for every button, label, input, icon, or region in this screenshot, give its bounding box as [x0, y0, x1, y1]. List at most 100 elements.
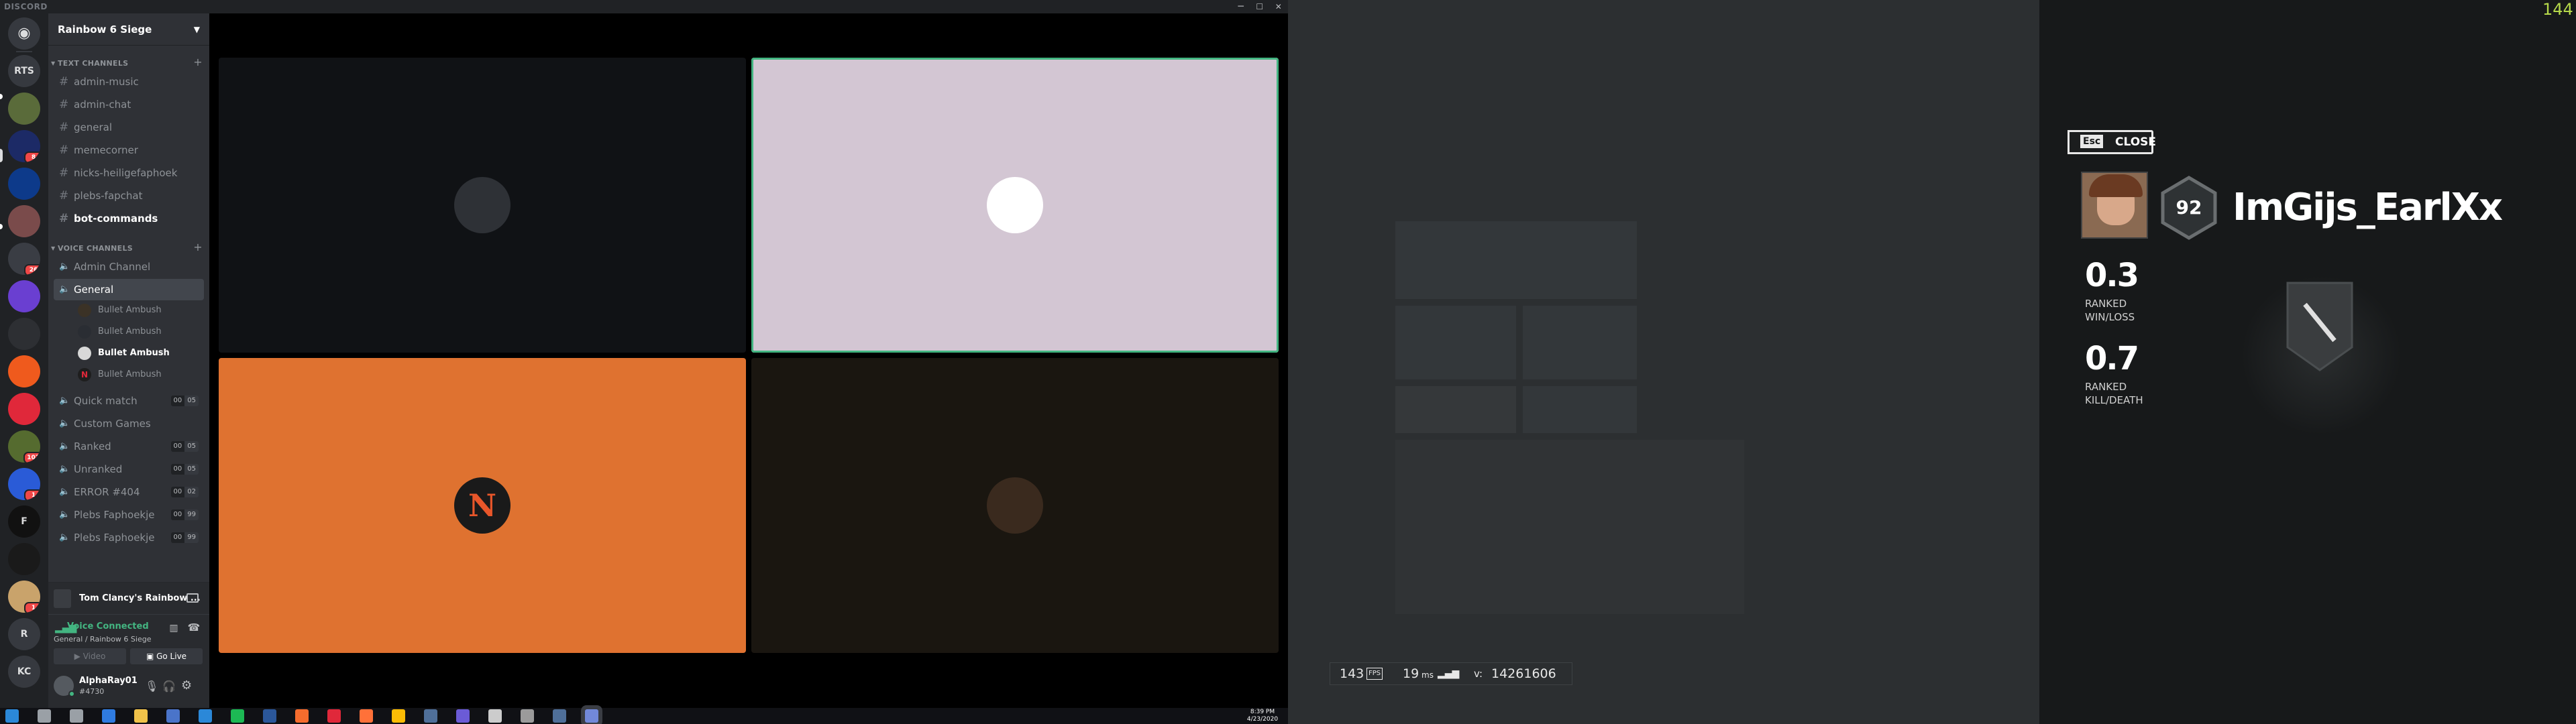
voice-member[interactable]: Bullet Ambush	[75, 322, 203, 342]
voice-channel[interactable]: 🔈 ERROR #404 00 02	[54, 481, 204, 503]
spotify-icon[interactable]	[231, 709, 244, 723]
server-icon[interactable]	[8, 393, 40, 425]
clock-time[interactable]: 8:39 PM	[1242, 709, 1283, 716]
text-channel-plebs-fapchat[interactable]: # plebs-fapchat	[54, 185, 204, 206]
steam-icon-2[interactable]	[553, 709, 566, 723]
server-separator	[16, 51, 32, 52]
windows-start-icon[interactable]	[5, 709, 19, 723]
text-channel-bot-commands[interactable]: # bot-commands	[54, 208, 204, 229]
activity-panel[interactable]: Tom Clancy's Rainbow ...	[48, 582, 209, 614]
adobe-icon[interactable]	[327, 709, 341, 723]
video-tile[interactable]	[751, 358, 1279, 653]
server-icon[interactable]	[8, 280, 40, 312]
voice-member[interactable]: N Bullet Ambush	[75, 365, 203, 385]
noise-suppression-icon[interactable]: ▥	[166, 623, 181, 635]
player-name: ImGijs_EarlXx	[2233, 186, 2503, 229]
snip-icon[interactable]	[488, 709, 502, 723]
clock-date[interactable]: 4/23/2020	[1242, 716, 1283, 723]
online-status-icon	[68, 690, 75, 697]
server-icon[interactable]: 8	[8, 130, 40, 162]
obs-icon[interactable]	[456, 709, 470, 723]
edge-icon[interactable]	[102, 709, 115, 723]
text-channel-general[interactable]: # general	[54, 117, 204, 138]
speaker-icon: 🔈	[59, 532, 70, 542]
video-tile[interactable]	[219, 58, 746, 353]
steam-icon[interactable]	[424, 709, 437, 723]
voice-channel[interactable]: 🔈 Ranked 00 05	[54, 436, 204, 457]
server-icon[interactable]	[8, 205, 40, 237]
voice-location[interactable]: General / Rainbow 6 Siege	[54, 635, 151, 644]
server-icon[interactable]	[8, 168, 40, 200]
text-channel-admin-music[interactable]: # admin-music	[54, 71, 204, 93]
screen-share-icon[interactable]	[186, 593, 199, 603]
add-channel-icon[interactable]: +	[193, 241, 203, 253]
search-icon[interactable]	[38, 709, 51, 723]
file-explorer-icon[interactable]	[134, 709, 148, 723]
category-voice-channels[interactable]: ▼ VOICE CHANNELS +	[48, 241, 209, 255]
category-text-channels[interactable]: ▼ TEXT CHANNELS +	[48, 56, 209, 70]
server-icon[interactable]: 1	[8, 468, 40, 500]
chevron-down-icon: ▼	[193, 25, 200, 34]
store-icon[interactable]	[166, 709, 180, 723]
channel-name: nicks-heiligefaphoek	[74, 167, 178, 179]
channel-name: admin-chat	[74, 99, 131, 111]
voice-channel[interactable]: 🔈 Plebs Faphoekje 00 99	[54, 527, 204, 548]
text-channel-admin-chat[interactable]: # admin-chat	[54, 94, 204, 115]
home-button[interactable]: ◉	[8, 17, 40, 50]
player-level: 92	[2176, 196, 2202, 219]
server-icon[interactable]	[8, 318, 40, 350]
voice-channel[interactable]: 🔈 Unranked 00 05	[54, 459, 204, 480]
server-icon[interactable]: 26	[8, 243, 40, 275]
add-channel-icon[interactable]: +	[193, 56, 203, 68]
server-icon[interactable]: RTS	[8, 55, 40, 87]
firefox-icon[interactable]	[360, 709, 373, 723]
close-button[interactable]: Esc CLOSE	[2068, 130, 2156, 154]
close-button[interactable]: ✕	[1269, 0, 1288, 13]
go-live-button[interactable]: ▣ Go Live	[130, 648, 203, 664]
video-tile[interactable]: N	[219, 358, 746, 653]
origin-icon[interactable]	[295, 709, 309, 723]
server-icon[interactable]: KC	[8, 656, 40, 688]
voice-member[interactable]: Bullet Ambush	[75, 300, 203, 320]
server-icon[interactable]: F	[8, 505, 40, 538]
server-icon[interactable]: R	[8, 618, 40, 650]
guild-header[interactable]: Rainbow 6 Siege ▼	[48, 13, 209, 46]
video-tile[interactable]	[751, 58, 1279, 353]
voice-channel[interactable]: 🔈 Plebs Faphoekje 00 99	[54, 504, 204, 526]
chrome-icon[interactable]	[392, 709, 405, 723]
uplay-icon[interactable]	[521, 709, 534, 723]
server-icon[interactable]	[8, 355, 40, 387]
server-icon[interactable]: 103	[8, 430, 40, 463]
word-icon[interactable]	[263, 709, 276, 723]
member-avatar: N	[78, 368, 91, 381]
fps-value: 143	[1340, 666, 1364, 681]
server-icon[interactable]: 1	[8, 581, 40, 613]
voice-channel[interactable]: 🔈 Custom Games	[54, 413, 204, 434]
user-limit: 00 02	[170, 487, 199, 497]
hashtag-icon: #	[59, 98, 69, 111]
gear-icon[interactable]: ⚙	[181, 678, 192, 692]
voice-channel[interactable]: 🔈 General	[54, 279, 204, 300]
task-view-icon[interactable]	[70, 709, 83, 723]
menu-panel-bg	[1395, 221, 1637, 299]
text-channel-memecorner[interactable]: # memecorner	[54, 139, 204, 161]
participant-avatar	[454, 177, 511, 233]
voice-status: Voice Connected	[67, 621, 149, 631]
microphone-icon[interactable]: 🎙	[145, 680, 158, 692]
server-icon[interactable]	[8, 93, 40, 125]
minimize-button[interactable]: ─	[1232, 0, 1250, 13]
server-icon[interactable]	[8, 543, 40, 575]
server-initials: R	[20, 629, 28, 640]
text-channel-nicks-heiligefaphoek[interactable]: # nicks-heiligefaphoek	[54, 162, 204, 184]
voice-channel[interactable]: 🔈 Admin Channel	[54, 256, 204, 278]
video-button[interactable]: ▶ Video	[54, 648, 126, 664]
headphones-icon[interactable]: 🎧	[162, 680, 176, 692]
maximize-button[interactable]: ☐	[1250, 0, 1269, 13]
mail-icon[interactable]	[199, 709, 212, 723]
version-label: v:	[1474, 668, 1483, 680]
voice-channel[interactable]: 🔈 Quick match 00 05	[54, 390, 204, 412]
voice-member[interactable]: Bullet Ambush	[75, 343, 203, 363]
selected-server-indicator	[0, 149, 3, 162]
discord-taskbar-icon[interactable]	[585, 709, 598, 723]
disconnect-icon[interactable]: ☎	[186, 621, 201, 635]
